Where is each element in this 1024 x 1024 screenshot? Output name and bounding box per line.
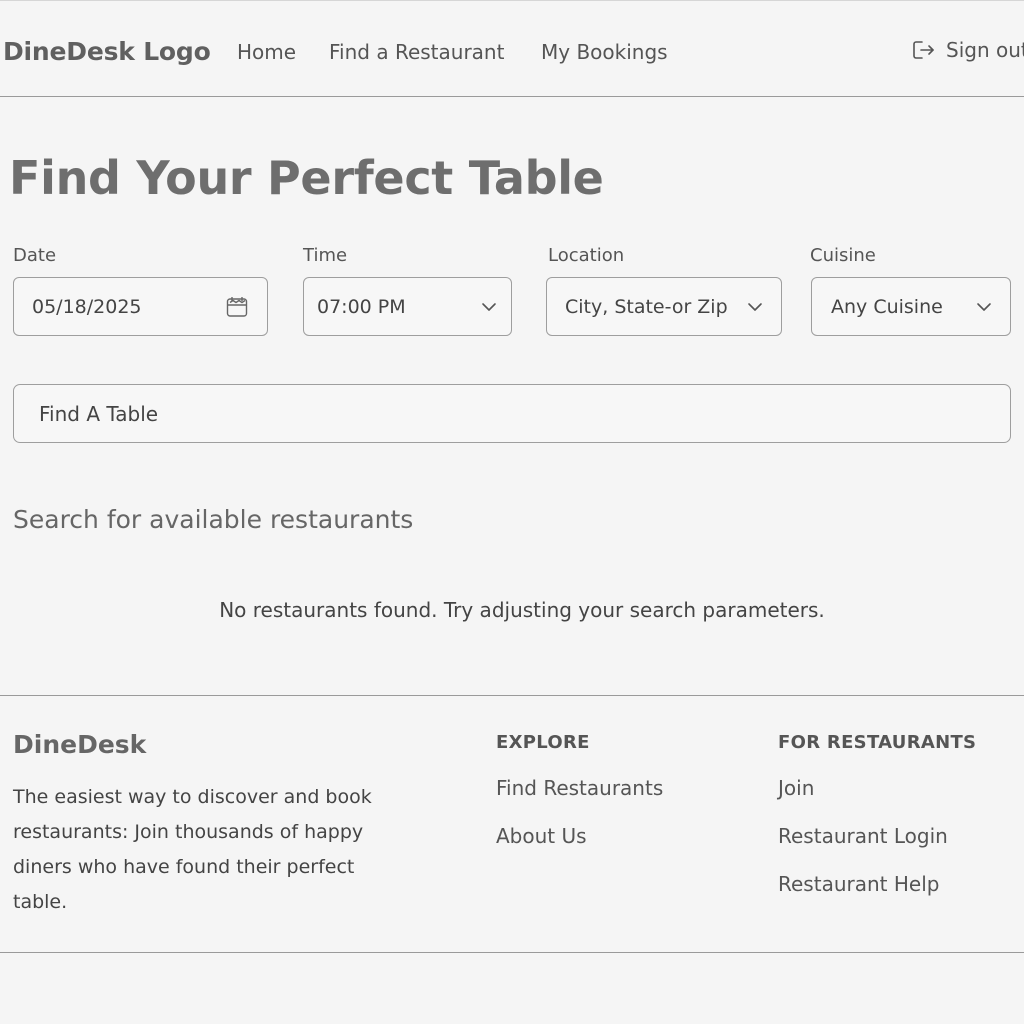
cuisine-value: Any Cuisine <box>831 295 943 318</box>
page-title: Find Your Perfect Table <box>9 151 604 205</box>
footer-brand: DineDesk <box>13 730 147 759</box>
top-navigation-bar: DineDesk Logo Home Find a Restaurant My … <box>0 1 1024 97</box>
chevron-down-icon <box>976 302 992 312</box>
location-select[interactable]: City, State-or Zip <box>546 277 782 336</box>
date-input[interactable]: 05/18/2025 <box>13 277 268 336</box>
results-heading: Search for available restaurants <box>13 505 414 534</box>
empty-results-message: No restaurants found. Try adjusting your… <box>219 598 825 622</box>
location-value: City, State-or Zip <box>565 295 728 318</box>
find-a-table-label: Find A Table <box>39 401 159 426</box>
nav-link-home[interactable]: Home <box>237 40 296 64</box>
sign-out-icon <box>912 39 936 61</box>
footer-link-find-restaurants[interactable]: Find Restaurants <box>496 776 663 800</box>
time-label: Time <box>303 245 348 266</box>
footer-link-restaurant-login[interactable]: Restaurant Login <box>778 824 948 848</box>
nav-link-find-a-restaurant[interactable]: Find a Restaurant <box>329 40 504 64</box>
page: DineDesk Logo Home Find a Restaurant My … <box>0 0 1024 1024</box>
nav-link-my-bookings[interactable]: My Bookings <box>541 40 668 64</box>
date-label: Date <box>13 245 57 266</box>
footer-link-about-us[interactable]: About Us <box>496 824 587 848</box>
chevron-down-icon <box>481 302 497 312</box>
chevron-down-icon <box>747 302 763 312</box>
sign-out-button[interactable]: Sign out <box>912 38 1024 62</box>
footer-explore-title: EXPLORE <box>496 732 590 753</box>
sign-out-label: Sign out <box>946 38 1024 62</box>
site-logo[interactable]: DineDesk Logo <box>3 37 211 66</box>
footer: DineDesk The easiest way to discover and… <box>0 695 1024 953</box>
cuisine-label: Cuisine <box>810 245 876 266</box>
calendar-icon[interactable] <box>225 295 249 319</box>
footer-for-restaurants-title: FOR RESTAURANTS <box>778 732 977 753</box>
time-value: 07:00 PM <box>317 295 406 318</box>
location-label: Location <box>548 245 625 266</box>
footer-link-restaurant-help[interactable]: Restaurant Help <box>778 872 939 896</box>
date-value: 05/18/2025 <box>32 295 142 318</box>
footer-tagline: The easiest way to discover and book res… <box>13 786 372 913</box>
footer-link-join[interactable]: Join <box>778 776 814 800</box>
find-a-table-button[interactable]: Find A Table <box>13 384 1011 443</box>
cuisine-select[interactable]: Any Cuisine <box>811 277 1011 336</box>
time-select[interactable]: 07:00 PM <box>303 277 512 336</box>
